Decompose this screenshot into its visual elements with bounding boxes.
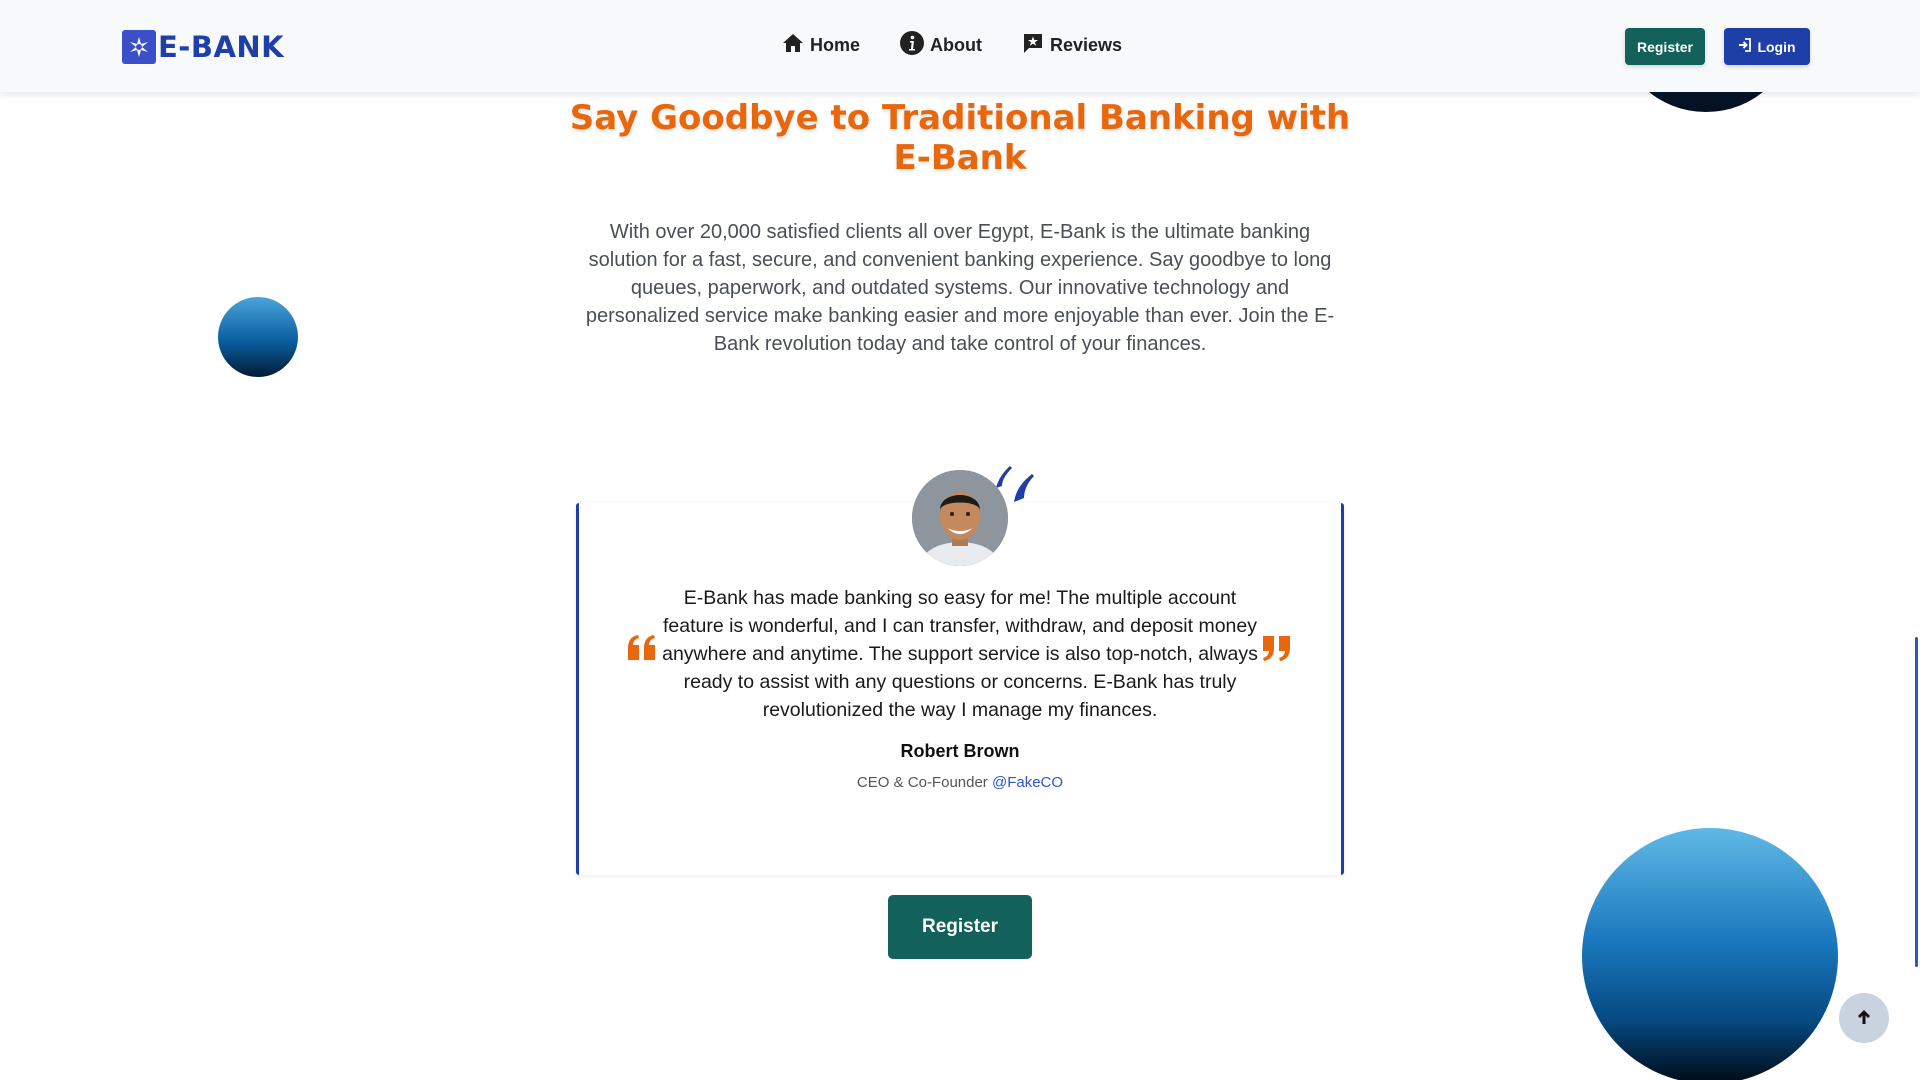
bank-logo-icon bbox=[122, 30, 156, 64]
home-icon bbox=[782, 33, 804, 58]
arrow-up-icon bbox=[1857, 1009, 1871, 1028]
nav-reviews[interactable]: Reviews bbox=[1022, 32, 1122, 59]
nav-register-button[interactable]: Register bbox=[1625, 28, 1705, 65]
open-quote-icon bbox=[626, 634, 658, 667]
reviews-icon bbox=[1022, 32, 1044, 59]
nav-reviews-label: Reviews bbox=[1050, 35, 1123, 55]
hero-title: Say Goodbye to Traditional Banking with … bbox=[569, 98, 1351, 178]
reviewer-name: Robert Brown bbox=[900, 741, 1020, 761]
info-icon bbox=[900, 31, 925, 60]
login-icon bbox=[1738, 38, 1752, 55]
nav-login-button[interactable]: Login bbox=[1724, 28, 1810, 65]
reviewer-handle-link[interactable]: @FakeCO bbox=[992, 774, 1063, 791]
scroll-to-top-button[interactable] bbox=[1839, 993, 1889, 1043]
cta-register-button[interactable]: Register bbox=[888, 895, 1032, 959]
decorative-circle-right bbox=[1582, 828, 1838, 1080]
testimonial-text: E-Bank has made banking so easy for me! … bbox=[662, 587, 1258, 721]
brand[interactable]: E-BANK bbox=[122, 29, 284, 65]
decorative-circle-left bbox=[218, 297, 298, 377]
login-label: Login bbox=[1757, 38, 1796, 55]
reviewer-avatar bbox=[912, 470, 1008, 566]
nav-home-label: Home bbox=[810, 35, 861, 55]
brand-name: E-BANK bbox=[158, 30, 285, 64]
navbar: E-BANK Home About Reviews Register Login bbox=[0, 0, 1920, 92]
reviewer-role: CEO & Co-Founder @FakeCO bbox=[710, 774, 1210, 791]
nav-links: Home About Reviews bbox=[782, 31, 1122, 60]
nav-about-label: About bbox=[930, 35, 982, 55]
reviewer-title: CEO & Co-Founder bbox=[856, 774, 988, 791]
page-scrollbar[interactable] bbox=[1915, 637, 1918, 967]
nav-home[interactable]: Home bbox=[782, 33, 860, 58]
close-quote-icon bbox=[1260, 634, 1292, 667]
nav-about[interactable]: About bbox=[900, 31, 982, 60]
hero-text: With over 20,000 satisfied clients all o… bbox=[585, 221, 1335, 355]
